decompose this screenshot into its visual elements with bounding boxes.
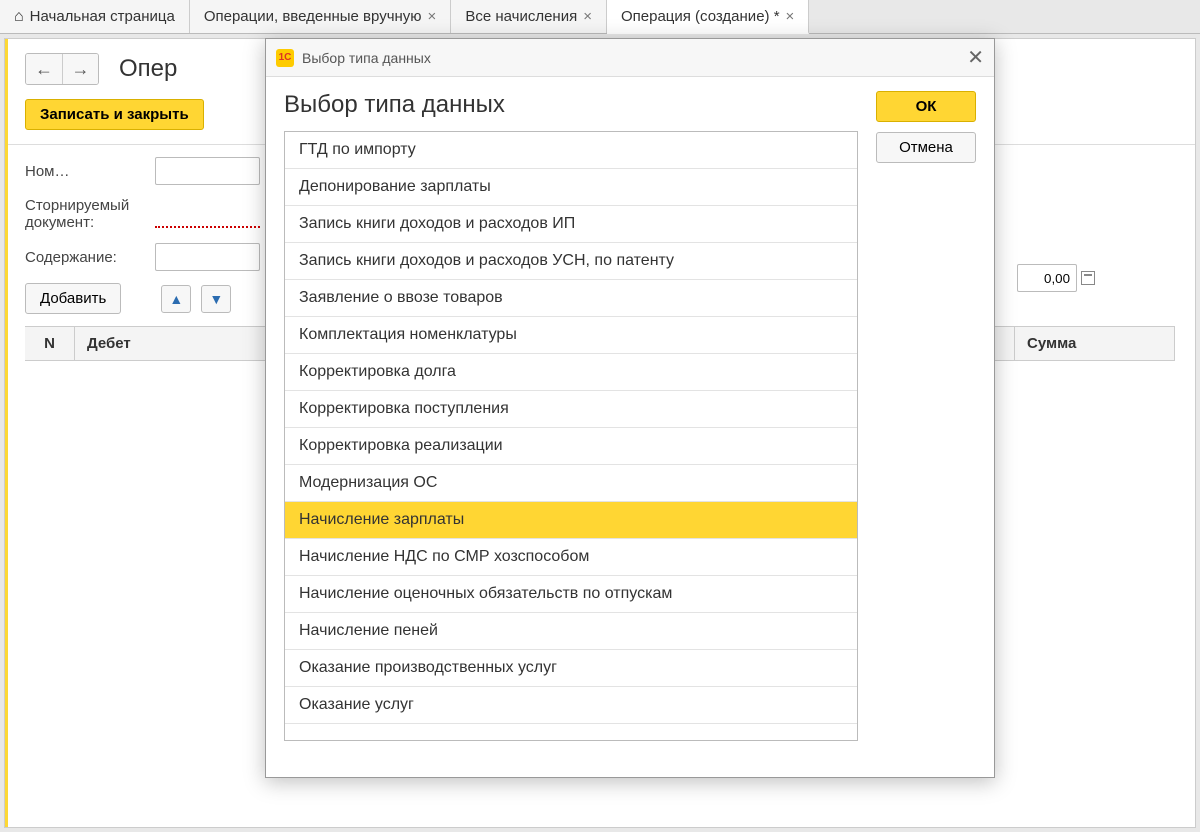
sum-box: [1017, 264, 1095, 292]
modal-title-bar: 1C Выбор типа данных ✕: [266, 39, 994, 77]
back-button[interactable]: ←: [26, 54, 62, 84]
close-icon[interactable]: ×: [428, 8, 437, 25]
arrow-up-icon: ▲: [169, 291, 183, 307]
col-n: N: [25, 327, 75, 360]
sum-input[interactable]: [1017, 264, 1077, 292]
list-item[interactable]: Начисление пеней: [285, 613, 857, 650]
move-down-button[interactable]: ▼: [201, 285, 231, 313]
label-reversed: Сторнируемый документ:: [25, 197, 145, 231]
forward-button[interactable]: →: [62, 54, 98, 84]
tab[interactable]: Все начисления ×: [451, 0, 607, 33]
reversed-doc-input[interactable]: [155, 200, 260, 228]
list-item[interactable]: Корректировка поступления: [285, 391, 857, 428]
close-icon[interactable]: ×: [583, 8, 592, 25]
list-item[interactable]: ГТД по импорту: [285, 132, 857, 169]
tab-label: Операция (создание) *: [621, 8, 780, 25]
tab-bar: ⌂ Начальная страница Операции, введенные в…: [0, 0, 1200, 34]
tab-label: Операции, введенные вручную: [204, 8, 422, 25]
label-number: Ном…: [25, 163, 145, 180]
type-list-scroll[interactable]: ГТД по импортуДепонирование зарплатыЗапи…: [285, 132, 857, 740]
list-item[interactable]: Начисление НДС по СМР хозспособом: [285, 539, 857, 576]
modal-heading: Выбор типа данных: [284, 91, 858, 119]
move-up-button[interactable]: ▲: [161, 285, 191, 313]
app-logo-icon: 1C: [276, 49, 294, 67]
type-list: ГТД по импортуДепонирование зарплатыЗапи…: [284, 131, 858, 741]
list-item[interactable]: Комплектация номенклатуры: [285, 317, 857, 354]
tab-label: Начальная страница: [30, 8, 175, 25]
list-item[interactable]: Корректировка долга: [285, 354, 857, 391]
list-item[interactable]: Начисление зарплаты: [285, 502, 857, 539]
list-item[interactable]: Оказание производственных услуг: [285, 650, 857, 687]
ok-button[interactable]: ОК: [876, 91, 976, 122]
tab[interactable]: Операция (создание) * ×: [607, 0, 809, 34]
calendar-icon[interactable]: [1081, 271, 1095, 285]
list-item[interactable]: Запись книги доходов и расходов ИП: [285, 206, 857, 243]
modal-left: Выбор типа данных ГТД по импортуДепониро…: [284, 91, 858, 763]
accent-stripe: [5, 39, 8, 827]
save-close-button[interactable]: Записать и закрыть: [25, 99, 204, 130]
list-item[interactable]: Заявление о ввозе товаров: [285, 280, 857, 317]
arrow-down-icon: ▼: [209, 291, 223, 307]
list-item[interactable]: Депонирование зарплаты: [285, 169, 857, 206]
cancel-button[interactable]: Отмена: [876, 132, 976, 163]
list-item[interactable]: Начисление оценочных обязательств по отп…: [285, 576, 857, 613]
home-icon: ⌂: [14, 8, 24, 26]
list-item[interactable]: Оказание услуг: [285, 687, 857, 724]
modal-close-button[interactable]: ✕: [967, 45, 984, 70]
list-item[interactable]: Запись книги доходов и расходов УСН, по …: [285, 243, 857, 280]
modal-right: ОК Отмена: [876, 91, 976, 763]
label-content: Содержание:: [25, 249, 145, 266]
page-title: Опер: [119, 55, 177, 83]
col-sum: Сумма: [1015, 327, 1175, 360]
modal-body: Выбор типа данных ГТД по импортуДепониро…: [266, 77, 994, 781]
nav-button-group: ← →: [25, 53, 99, 85]
list-item[interactable]: Модернизация ОС: [285, 465, 857, 502]
data-type-modal: 1C Выбор типа данных ✕ Выбор типа данных…: [265, 38, 995, 778]
tab[interactable]: Операции, введенные вручную ×: [190, 0, 452, 33]
tab-label: Все начисления: [465, 8, 577, 25]
close-icon[interactable]: ×: [786, 8, 795, 25]
modal-window-title: Выбор типа данных: [302, 50, 959, 66]
tab[interactable]: ⌂ Начальная страница: [0, 0, 190, 33]
content-input[interactable]: [155, 243, 260, 271]
number-input[interactable]: [155, 157, 260, 185]
list-item[interactable]: Корректировка реализации: [285, 428, 857, 465]
add-button[interactable]: Добавить: [25, 283, 121, 314]
